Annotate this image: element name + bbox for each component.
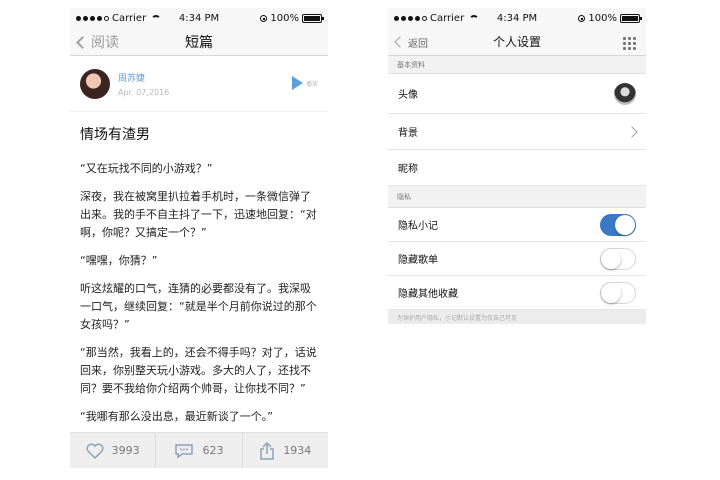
chevron-right-icon [626,125,638,138]
share-count: 1934 [283,444,312,457]
paragraph: “那当然，我看上的，还会不得手吗？对了，话说回来，你别整天玩小游戏。多大的人了，… [80,346,317,395]
private-note-toggle[interactable] [600,213,636,236]
battery-icon [620,13,642,23]
comment-count: 623 [202,444,224,457]
carrier-label: Carrier [430,12,465,24]
row-label: 头像 [398,90,418,101]
back-button[interactable]: 返回 [394,28,428,56]
nickname-row[interactable]: 昵称 [388,150,646,186]
publish-date: Apr. 07,2016 [118,87,170,97]
paragraph: 听这炫耀的口气，连猜的必要都没有了。我深吸一口气，继续回复：“就是半个月前你说过… [80,282,317,331]
avatar[interactable] [80,68,110,99]
signal-icon [76,15,109,21]
heart-icon [86,443,104,459]
article-body: “又在玩找不同的小游戏？” 深夜，我在被窝里扒拉着手机时，一条微信弹了出来。我的… [70,160,328,426]
wifi-icon [469,14,480,22]
author-header: 周苏婕 Apr. 07,2016 播放 [70,56,328,112]
battery-icon [302,13,324,23]
avatar-row[interactable]: 头像 [388,74,646,114]
back-button[interactable]: 阅读 [76,28,119,56]
chevron-left-icon [76,35,89,49]
row-label: 背景 [398,128,418,139]
paragraph: “又在玩找不同的小游戏？” [80,162,213,175]
status-bar: Carrier 4:34 PM 100% [70,8,328,28]
nav-bar: 返回 个人设置 [388,28,646,56]
reader-screen: Carrier 4:34 PM 100% 阅读 短篇 周苏婕 Apr. 07,2… [70,8,328,468]
comment-button[interactable]: 623 [156,433,243,468]
grid-menu-icon[interactable] [623,37,636,50]
section-header-basic: 基本资料 [388,56,646,74]
row-label: 隐藏其他收藏 [398,289,458,300]
status-time: 4:34 PM [496,12,538,24]
like-count: 3993 [111,444,140,457]
wifi-icon [151,14,162,22]
share-button[interactable]: 1934 [243,433,328,468]
battery-percent: 100% [588,12,617,24]
paragraph: “我哪有那么没出息，最近新谈了一个。” [80,410,273,423]
row-label: 隐藏歌单 [398,255,438,266]
article-title: 情场有渣男 [80,127,150,143]
play-label: 播放 [305,80,318,88]
rotation-lock-icon [260,14,268,22]
status-time: 4:34 PM [178,12,220,24]
comment-icon [175,443,194,458]
private-note-row: 隐私小记 [388,208,646,242]
hide-songs-row: 隐藏歌单 [388,242,646,276]
nav-bar: 阅读 短篇 [70,28,328,56]
page-title: 个人设置 [492,35,541,49]
signal-icon [394,15,427,21]
battery-percent: 100% [270,12,299,24]
row-label: 昵称 [398,164,418,175]
author-name[interactable]: 周苏婕 [118,71,169,84]
paragraph: 深夜，我在被窝里扒拉着手机时，一条微信弹了出来。我的手不自主抖了一下，迅速地回复… [80,190,317,239]
avatar [614,82,636,105]
rotation-lock-icon [578,14,586,22]
page-title: 短篇 [185,34,213,51]
hide-songs-toggle[interactable] [600,247,636,270]
like-button[interactable]: 3993 [70,433,157,468]
back-label: 阅读 [91,35,119,51]
row-label: 隐私小记 [398,221,438,232]
carrier-label: Carrier [112,12,147,24]
privacy-footnote: 为保护用户隐私，小记默认设置为仅自己可见 [388,310,646,324]
hide-favorites-toggle[interactable] [600,281,636,304]
paragraph: “嘿嘿，你猜？” [80,254,158,267]
back-label: 返回 [408,38,428,50]
status-bar: Carrier 4:34 PM 100% [388,8,646,28]
share-icon [260,441,275,460]
settings-screen: Carrier 4:34 PM 100% 返回 个人设置 基本资料 头像 背景 … [388,8,646,468]
chevron-left-icon [394,36,406,48]
action-bar: 3993 623 1934 [70,432,328,468]
section-header-privacy: 隐私 [388,186,646,208]
hide-favorites-row: 隐藏其他收藏 [388,276,646,310]
play-button[interactable]: 播放 [291,76,318,90]
background-row[interactable]: 背景 [388,114,646,150]
play-icon [291,76,303,90]
